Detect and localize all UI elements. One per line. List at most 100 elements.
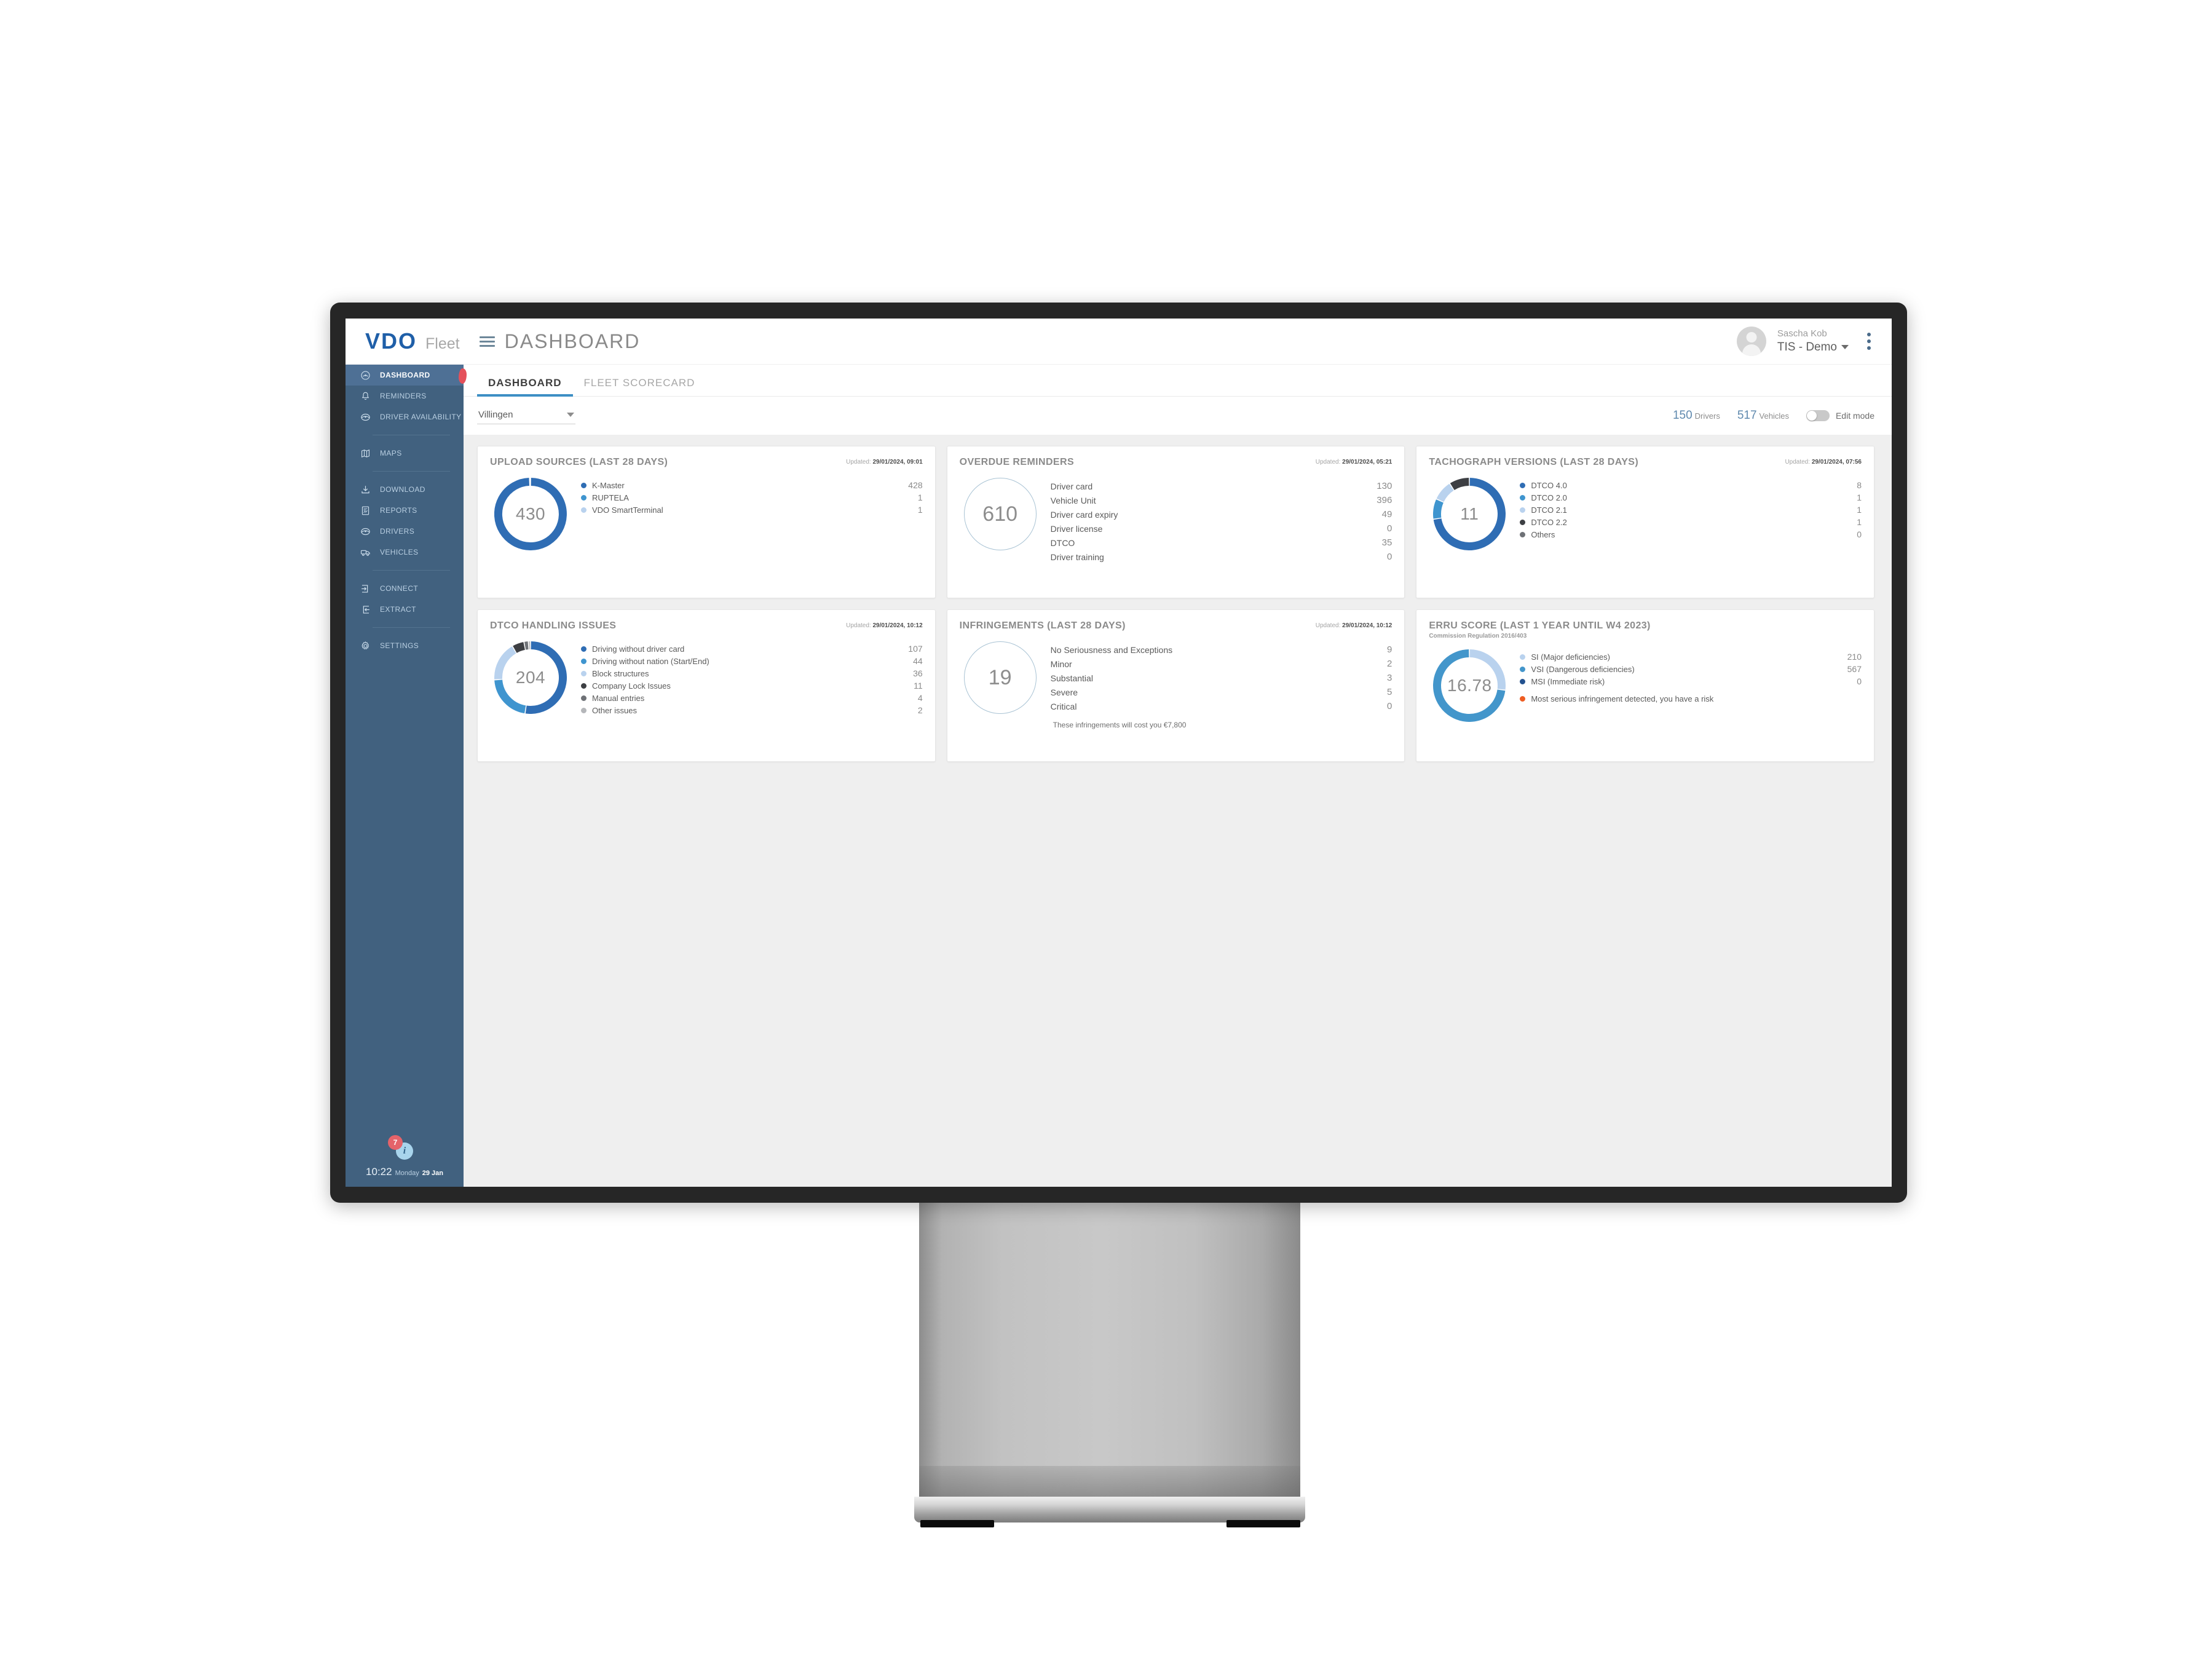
legend-label: DTCO 4.0 <box>1531 480 1567 490</box>
sidebar-item-reminders[interactable]: REMINDERS <box>346 386 464 406</box>
sidebar-item-settings[interactable]: SETTINGS <box>346 635 464 656</box>
legend-label: Substantial <box>1050 673 1093 683</box>
sidebar-item-extract[interactable]: EXTRACT <box>346 599 464 620</box>
legend-value: 567 <box>1847 664 1862 675</box>
clock-date: 29 Jan <box>422 1170 443 1177</box>
legend-item: VDO SmartTerminal 1 <box>581 504 923 516</box>
sidebar-item-drivers[interactable]: DRIVERS <box>346 521 464 542</box>
drivers-count: 150 <box>1672 409 1693 422</box>
chart-column: 19 <box>960 640 1041 753</box>
monitor-foot-right <box>1226 1520 1300 1527</box>
chart-column: 11 <box>1429 477 1510 589</box>
center-value: 19 <box>988 665 1012 689</box>
chart-column: 204 <box>490 640 571 753</box>
sidebar-item-driver-availability[interactable]: DRIVER AVAILABILITY <box>346 406 464 427</box>
legend-value: 49 <box>1381 509 1392 520</box>
user-org-label: TIS - Demo <box>1777 340 1837 354</box>
tab-fleet-scorecard[interactable]: FLEET SCORECARD <box>573 377 706 396</box>
notifications-indicator[interactable]: 7 i <box>388 1135 413 1160</box>
bell-icon <box>359 390 371 402</box>
vdo-logo[interactable]: VDO Fleet <box>365 328 460 354</box>
legend-value: 0 <box>1386 523 1392 534</box>
user-org[interactable]: TIS - Demo <box>1777 340 1849 355</box>
legend-value: 0 <box>1386 552 1392 563</box>
sidebar-item-label: DASHBOARD <box>380 371 430 379</box>
sidebar-item-vehicles[interactable]: VEHICLES <box>346 542 464 563</box>
legend-column: DTCO 4.0 8 DTCO 2.0 1 DTCO 2.1 1 DTCO 2.2 1 Othe… <box>1520 477 1862 589</box>
list-item: Vehicle Unit 396 <box>1051 493 1392 507</box>
cards-area: UPLOAD SOURCES (LAST 28 DAYS) Updated: 29… <box>464 435 1892 1187</box>
legend-color-dot <box>1520 678 1526 684</box>
logo-text: VDO <box>365 328 417 354</box>
sidebar-item-dashboard[interactable]: DASHBOARD <box>346 365 467 386</box>
legend-item: Others 0 <box>1520 528 1862 540</box>
card-header: ERRU SCORE (LAST 1 YEAR UNTIL W4 2023) Co… <box>1429 620 1862 639</box>
updated-timestamp: 29/01/2024, 07:56 <box>1811 459 1862 465</box>
clock-day: Monday <box>395 1170 419 1177</box>
legend-item: DTCO 2.1 1 <box>1520 504 1862 516</box>
updated-timestamp: 29/01/2024, 09:01 <box>872 459 923 465</box>
toggle-switch[interactable] <box>1806 410 1830 421</box>
monitor-neck <box>919 1200 1300 1502</box>
sidebar-item-download[interactable]: DOWNLOAD <box>346 479 464 500</box>
legend-color-dot <box>581 658 587 664</box>
list-item: Driver license 0 <box>1051 521 1392 536</box>
sidebar-item-reports[interactable]: REPORTS <box>346 500 464 521</box>
card-title: OVERDUE REMINDERS <box>959 457 1075 467</box>
sidebar-item-label: VEHICLES <box>380 548 419 556</box>
legend-label: DTCO 2.1 <box>1531 505 1567 515</box>
legend-color-dot <box>581 494 587 501</box>
user-block[interactable]: Sascha Kob TIS - Demo <box>1777 328 1849 355</box>
more-options-icon[interactable] <box>1860 329 1878 354</box>
legend-color-dot <box>1520 482 1526 488</box>
legend-label: Others <box>1531 529 1555 539</box>
sidebar-item-maps[interactable]: MAPS <box>346 443 464 464</box>
legend-value: 2 <box>1386 659 1392 670</box>
card-dtco-handling-issues: DTCO HANDLING ISSUES Updated: 29/01/2024,… <box>477 609 936 762</box>
legend-value: 11 <box>914 681 923 691</box>
legend-color-dot <box>581 707 587 713</box>
monitor-frame: VDO Fleet DASHBOARD Sascha Kob TIS - Dem… <box>330 303 1907 1203</box>
card-title: DTCO HANDLING ISSUES <box>490 620 617 631</box>
legend-label: Driver card <box>1050 481 1093 491</box>
list-item: Substantial 3 <box>1051 671 1392 685</box>
edit-mode-toggle[interactable]: Edit mode <box>1806 410 1874 421</box>
driver-icon <box>359 525 371 537</box>
center-value: 610 <box>982 502 1018 526</box>
avatar[interactable] <box>1736 327 1766 356</box>
donut-chart: 16.78 <box>1433 649 1506 723</box>
login-icon <box>359 582 371 595</box>
legend-color-dot <box>581 695 587 701</box>
card-updated: Updated: 29/01/2024, 07:56 <box>1785 457 1862 465</box>
sidebar-clock: 10:22 Monday 29 Jan <box>346 1166 464 1178</box>
legend-label: RUPTELA <box>592 493 629 502</box>
tab-dashboard[interactable]: DASHBOARD <box>477 377 573 397</box>
updated-timestamp: 29/01/2024, 05:21 <box>1342 459 1392 465</box>
vehicles-stat: 517 Vehicles <box>1737 409 1789 422</box>
legend-label: Severe <box>1050 687 1078 697</box>
tab-bar: DASHBOARD FLEET SCORECARD <box>464 365 1892 397</box>
legend-value: 396 <box>1377 495 1392 506</box>
sidebar-divider <box>373 471 450 472</box>
card-title: TACHOGRAPH VERSIONS (LAST 28 DAYS) <box>1429 457 1639 467</box>
location-select[interactable]: Villingen <box>477 407 575 424</box>
legend-item: K-Master 428 <box>581 479 923 491</box>
legend-color-dot <box>581 683 587 689</box>
legend-color-dot <box>1520 531 1526 537</box>
page-title: DASHBOARD <box>504 330 641 352</box>
card-body: 11 DTCO 4.0 8 DTCO 2.0 1 DTCO 2.1 1 DTCO 2.2 1 Ot… <box>1429 477 1862 589</box>
sidebar-item-connect[interactable]: CONNECT <box>346 578 464 599</box>
legend-label: Company Lock Issues <box>592 681 671 691</box>
center-value: 430 <box>515 504 546 524</box>
legend-item: Manual entries 4 <box>581 692 923 704</box>
hamburger-icon[interactable] <box>479 336 495 347</box>
legend-item: DTCO 2.2 1 <box>1520 516 1862 528</box>
location-select-value: Villingen <box>478 410 513 420</box>
legend-label: Critical <box>1050 701 1077 711</box>
sidebar-footer: 7 i 10:22 Monday 29 Jan <box>346 1135 464 1187</box>
card-updated: Updated: 29/01/2024, 10:12 <box>846 620 923 629</box>
edit-mode-label: Edit mode <box>1835 411 1874 421</box>
card-infringements: INFRINGEMENTS (LAST 28 DAYS) Updated: 29/… <box>946 609 1405 762</box>
sidebar-divider <box>373 570 450 571</box>
legend-item: VSI (Dangerous deficiencies) 567 <box>1520 663 1862 675</box>
